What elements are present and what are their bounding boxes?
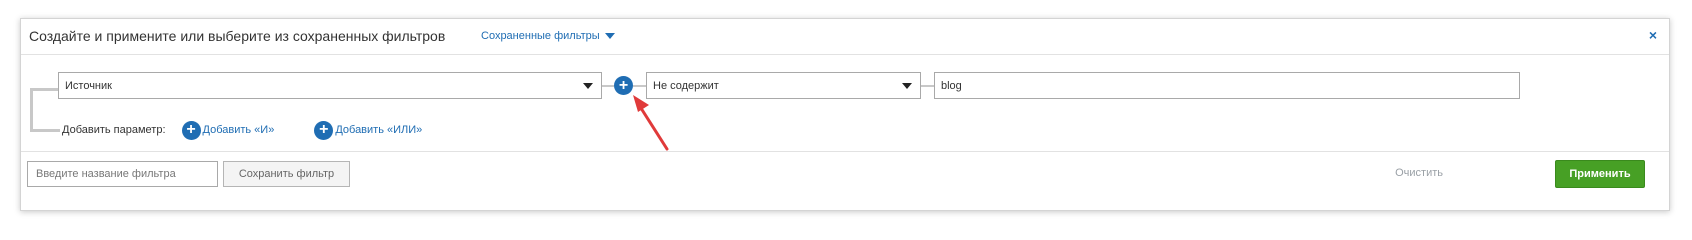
save-filter-button[interactable]: Сохранить фильтр — [223, 161, 350, 187]
parameter-select[interactable]: Источник — [58, 72, 602, 99]
add-or-button[interactable]: + Добавить «ИЛИ» — [314, 120, 423, 140]
add-and-button[interactable]: + Добавить «И» — [181, 120, 275, 140]
panel-header: Создайте и примените или выберите из сох… — [21, 19, 1669, 55]
add-and-label: Добавить «И» — [202, 124, 275, 136]
condition-select-value: Не содержит — [653, 79, 719, 92]
saved-filters-dropdown[interactable]: Сохраненные фильтры — [481, 30, 615, 42]
chevron-down-icon — [902, 82, 912, 89]
value-input-text: blog — [941, 79, 962, 92]
value-input[interactable]: blog — [934, 72, 1520, 99]
add-parameter-label: Добавить параметр: — [62, 124, 166, 136]
connector-line — [633, 85, 646, 87]
close-icon[interactable]: × — [1649, 27, 1657, 43]
connector-line — [602, 85, 614, 87]
plus-circle-icon: + — [314, 120, 334, 140]
chevron-down-icon — [604, 33, 615, 39]
connector-line — [921, 85, 934, 87]
condition-select[interactable]: Не содержит — [646, 72, 921, 99]
add-parameter-row: Добавить параметр: + Добавить «И» + Доба… — [62, 120, 462, 140]
chevron-down-icon — [583, 82, 593, 89]
clear-button[interactable]: Очистить — [1395, 167, 1443, 179]
saved-filters-label: Сохраненные фильтры — [481, 30, 600, 42]
filter-name-input[interactable] — [27, 161, 218, 187]
add-or-label: Добавить «ИЛИ» — [335, 124, 423, 136]
apply-button[interactable]: Применить — [1555, 160, 1645, 188]
panel-footer: Сохранить фильтр Очистить Применить — [21, 151, 1669, 211]
plus-circle-icon: + — [181, 120, 201, 140]
filter-panel: Создайте и примените или выберите из сох… — [20, 18, 1670, 211]
group-bracket — [30, 88, 60, 132]
parameter-select-value: Источник — [65, 79, 112, 92]
panel-title: Создайте и примените или выберите из сох… — [29, 28, 446, 44]
